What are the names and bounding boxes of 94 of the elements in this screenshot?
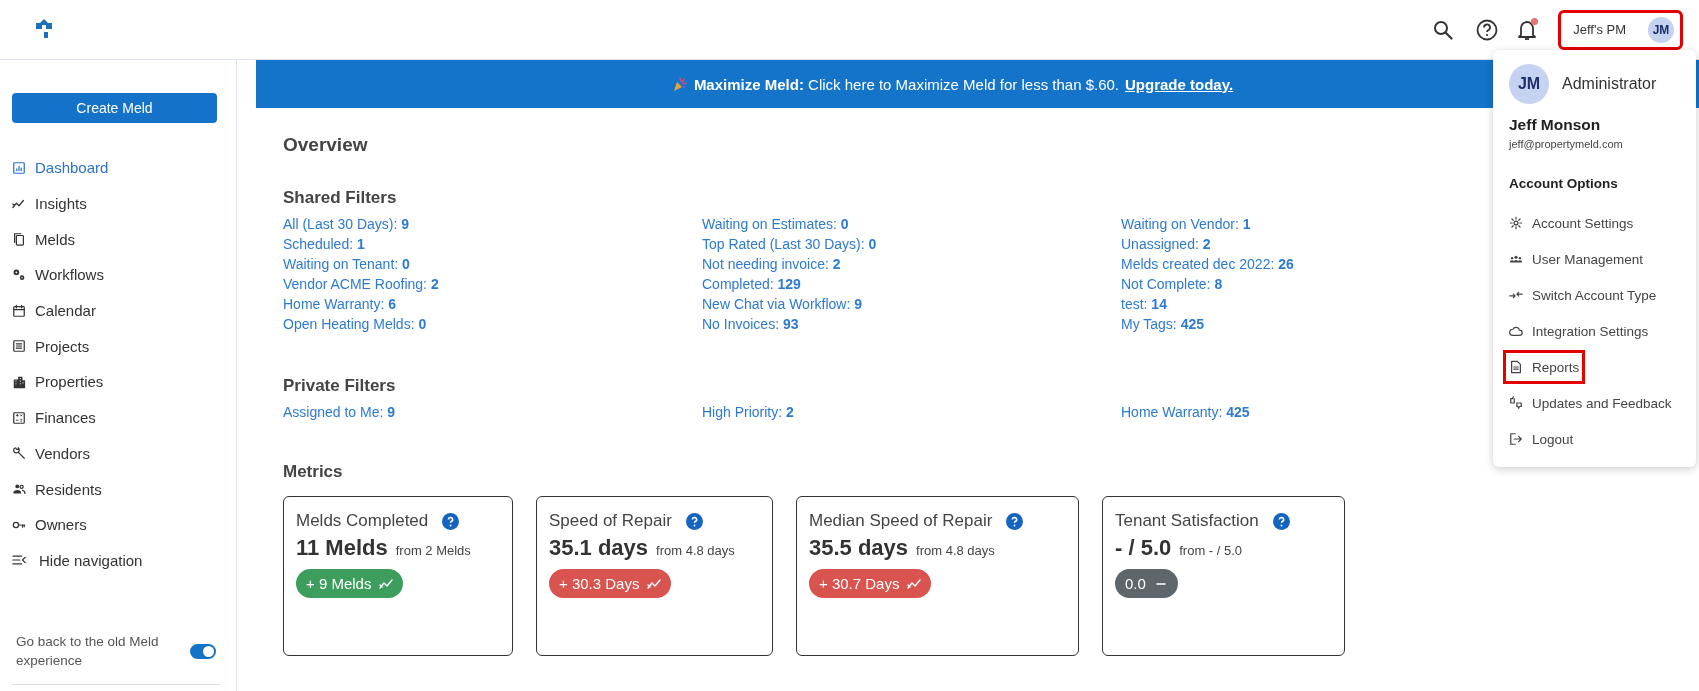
section-title: Metrics	[283, 462, 343, 482]
menu-item[interactable]: User Management	[1503, 241, 1650, 277]
bar-chart-icon	[12, 160, 26, 175]
filter-link[interactable]: Unassigned: 2	[1121, 234, 1421, 254]
nav-item[interactable]: Finances	[12, 399, 220, 436]
metric-comparison: from 2 Melds	[395, 543, 471, 558]
menu-item[interactable]: Switch Account Type	[1503, 277, 1663, 313]
filter-link[interactable]: Completed: 129	[702, 274, 1121, 294]
filter-link[interactable]: Not needing invoice: 2	[702, 254, 1121, 274]
nav-item[interactable]: Properties	[12, 364, 220, 400]
hide-navigation-button[interactable]: Hide navigation	[12, 542, 220, 579]
nav-item[interactable]: Vendors	[12, 435, 220, 472]
filter-link[interactable]: Open Heating Melds: 0	[283, 314, 702, 334]
metric-title: Speed of Repair	[549, 511, 672, 531]
filter-link[interactable]: Top Rated (Last 30 Days): 0	[702, 234, 1121, 254]
filter-link[interactable]: Waiting on Estimates: 0	[702, 214, 1121, 234]
calendar-icon	[12, 303, 26, 318]
nav-item[interactable]: Owners	[12, 506, 220, 543]
metric-value: 11 Melds	[296, 535, 388, 561]
copy-icon	[12, 232, 26, 247]
menu-section-title: Account Options	[1509, 176, 1619, 191]
user-role: Administrator	[1562, 75, 1657, 93]
filter-link[interactable]: Home Warranty: 6	[283, 294, 702, 314]
search-icon[interactable]	[1432, 18, 1455, 41]
metric-comparison: from - / 5.0	[1179, 543, 1243, 558]
nav-item[interactable]: Insights	[12, 185, 220, 222]
metric-title: Melds Completed	[296, 511, 429, 531]
metric-comparison: from 4.8 days	[916, 543, 995, 558]
nav-item[interactable]: Melds	[12, 221, 220, 258]
account-button[interactable]: Jeff's PM JM	[1560, 11, 1681, 48]
trend-up-icon	[907, 577, 922, 590]
collapse-menu-icon	[12, 553, 26, 568]
nav-item[interactable]: Residents	[12, 471, 220, 507]
filter-link[interactable]: High Priority: 2	[702, 402, 1121, 422]
trend-up-icon	[647, 577, 662, 590]
toggle-switch[interactable]	[190, 643, 216, 659]
wrench-icon	[12, 446, 26, 461]
filter-link[interactable]: Not Complete: 8	[1121, 274, 1421, 294]
banner-text: Maximize Meld: Click here to Maximize Meld for less than $.60.	[693, 75, 1120, 93]
toggle-label: Go back to the old Meld experience	[16, 633, 160, 670]
metric-title: Median Speed of Repair	[809, 511, 993, 531]
filter-link[interactable]: Waiting on Tenant: 0	[283, 254, 702, 274]
help-icon	[1006, 512, 1024, 530]
change-badge: + 30.3 Days	[549, 569, 672, 598]
upgrade-link[interactable]: Upgrade today.	[1125, 75, 1234, 93]
menu-item[interactable]: Reports	[1503, 350, 1586, 384]
document-icon	[1509, 360, 1523, 374]
change-badge: + 9 Melds	[296, 569, 404, 598]
filter-link[interactable]: All (Last 30 Days): 9	[283, 214, 702, 234]
filter-link[interactable]: test: 14	[1121, 294, 1421, 314]
filter-link[interactable]: My Tags: 425	[1121, 314, 1421, 334]
menu-item[interactable]: Account Settings	[1503, 205, 1640, 241]
people-icon	[12, 482, 26, 497]
logout-icon	[1509, 432, 1523, 446]
filter-link[interactable]: Home Warranty: 425	[1121, 402, 1421, 422]
menu-item[interactable]: Logout	[1503, 421, 1580, 457]
party-popper-icon	[671, 76, 688, 92]
filter-link[interactable]: No Invoices: 93	[702, 314, 1121, 334]
filter-link[interactable]: Assigned to Me: 9	[283, 402, 702, 422]
change-badge: + 30.7 Days	[809, 569, 932, 598]
metric-value: - / 5.0	[1115, 535, 1172, 561]
metric-title: Tenant Satisfaction	[1115, 511, 1259, 531]
section-title: Overview	[283, 134, 368, 156]
change-badge: 0.0	[1115, 569, 1178, 598]
help-icon	[1272, 512, 1290, 530]
help-icon[interactable]	[1476, 18, 1499, 41]
section-title: Private Filters	[283, 376, 396, 396]
nav-item[interactable]: Calendar	[12, 292, 220, 329]
create-meld-button[interactable]: Create Meld	[12, 93, 217, 123]
help-icon	[685, 512, 703, 530]
section-title: Shared Filters	[283, 188, 397, 208]
metric-value: 35.5 days	[809, 535, 909, 561]
filter-link[interactable]: Melds created dec 2022: 26	[1121, 254, 1421, 274]
trend-up-icon	[379, 577, 394, 590]
metric-comparison: from 4.8 days	[656, 543, 735, 558]
menu-item[interactable]: Integration Settings	[1503, 313, 1655, 349]
metric-value: 35.1 days	[549, 535, 649, 561]
calculator-icon	[12, 410, 26, 425]
filter-link[interactable]: New Chat via Workflow: 9	[702, 294, 1121, 314]
user-name: Jeff Monson	[1509, 116, 1602, 134]
gear-icon	[1509, 216, 1523, 230]
nav-item[interactable]: Dashboard	[12, 150, 220, 186]
help-icon	[442, 512, 460, 530]
nav-item[interactable]: Workflows	[12, 257, 220, 293]
nav-item[interactable]: Projects	[12, 328, 220, 365]
filter-link[interactable]: Waiting on Vendor: 1	[1121, 214, 1421, 234]
filter-link[interactable]: Vendor ACME Roofing: 2	[283, 274, 702, 294]
buildings-icon	[12, 374, 26, 389]
list-icon	[12, 339, 26, 354]
filter-link[interactable]: Scheduled: 1	[283, 234, 702, 254]
user-email: jeff@propertymeld.com	[1509, 138, 1624, 150]
avatar: JM	[1509, 64, 1549, 104]
cloud-icon	[1509, 324, 1523, 338]
menu-item[interactable]: Updates and Feedback	[1503, 385, 1678, 421]
